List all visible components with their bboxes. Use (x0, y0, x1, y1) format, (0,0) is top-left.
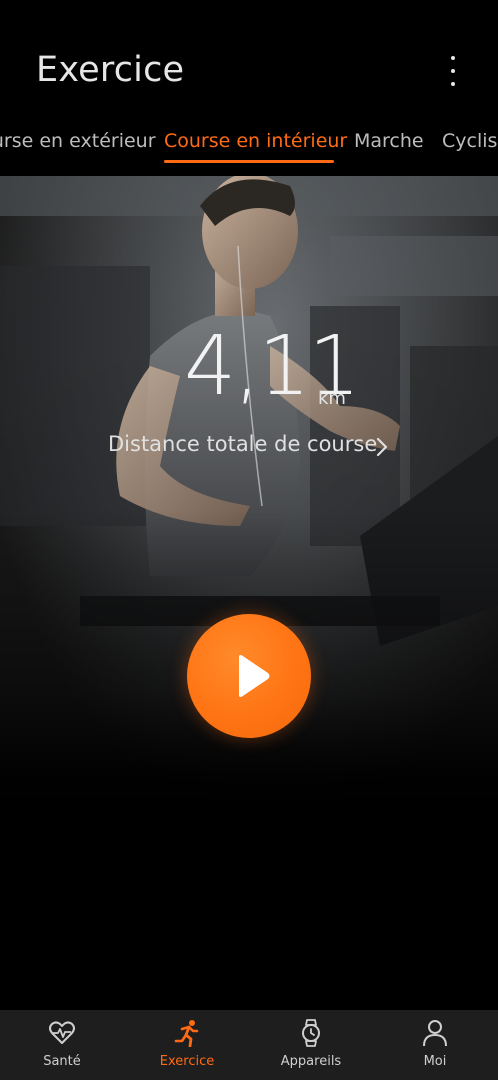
nav-item-health[interactable]: Santé (0, 1010, 124, 1080)
bottom-navigation: Santé Exercice Appareils Moi (0, 1010, 498, 1080)
nav-item-devices[interactable]: Appareils (249, 1010, 373, 1080)
nav-item-me[interactable]: Moi (373, 1010, 497, 1080)
distance-unit: km (318, 388, 346, 409)
running-person-icon (174, 1020, 199, 1047)
tab-outdoor-run[interactable]: Course en extérieur (0, 130, 156, 152)
person-icon (423, 1020, 447, 1047)
nav-label-devices: Appareils (280, 1054, 342, 1069)
play-icon (239, 655, 270, 697)
total-distance[interactable]: 4,11 km (0, 326, 498, 426)
tab-walk[interactable]: Marche (354, 130, 424, 152)
chevron-right-icon[interactable] (374, 437, 390, 457)
exercise-type-tabs: Course en extérieur Course en intérieur … (0, 118, 498, 176)
more-options-button[interactable] (438, 54, 468, 88)
start-workout-button[interactable] (187, 614, 311, 738)
hero-panel: 4,11 km Distance totale de course (0, 176, 498, 1010)
tab-indoor-run[interactable]: Course en intérieur (164, 130, 347, 152)
distance-caption-link[interactable]: Distance totale de course (108, 432, 377, 456)
smartwatch-icon (302, 1019, 320, 1047)
nav-label-exercise: Exercice (159, 1054, 215, 1069)
tab-cycling[interactable]: Cyclisme (442, 130, 498, 152)
nav-item-exercise[interactable]: Exercice (125, 1010, 249, 1080)
nav-label-health: Santé (43, 1054, 81, 1069)
top-app-bar: Exercice (0, 0, 498, 118)
page-title: Exercice (36, 50, 185, 90)
hero-gradient-overlay (0, 176, 498, 1010)
heart-pulse-icon (49, 1021, 75, 1044)
active-tab-indicator (164, 160, 334, 163)
nav-label-me: Moi (423, 1054, 447, 1069)
more-vertical-icon (451, 56, 455, 60)
